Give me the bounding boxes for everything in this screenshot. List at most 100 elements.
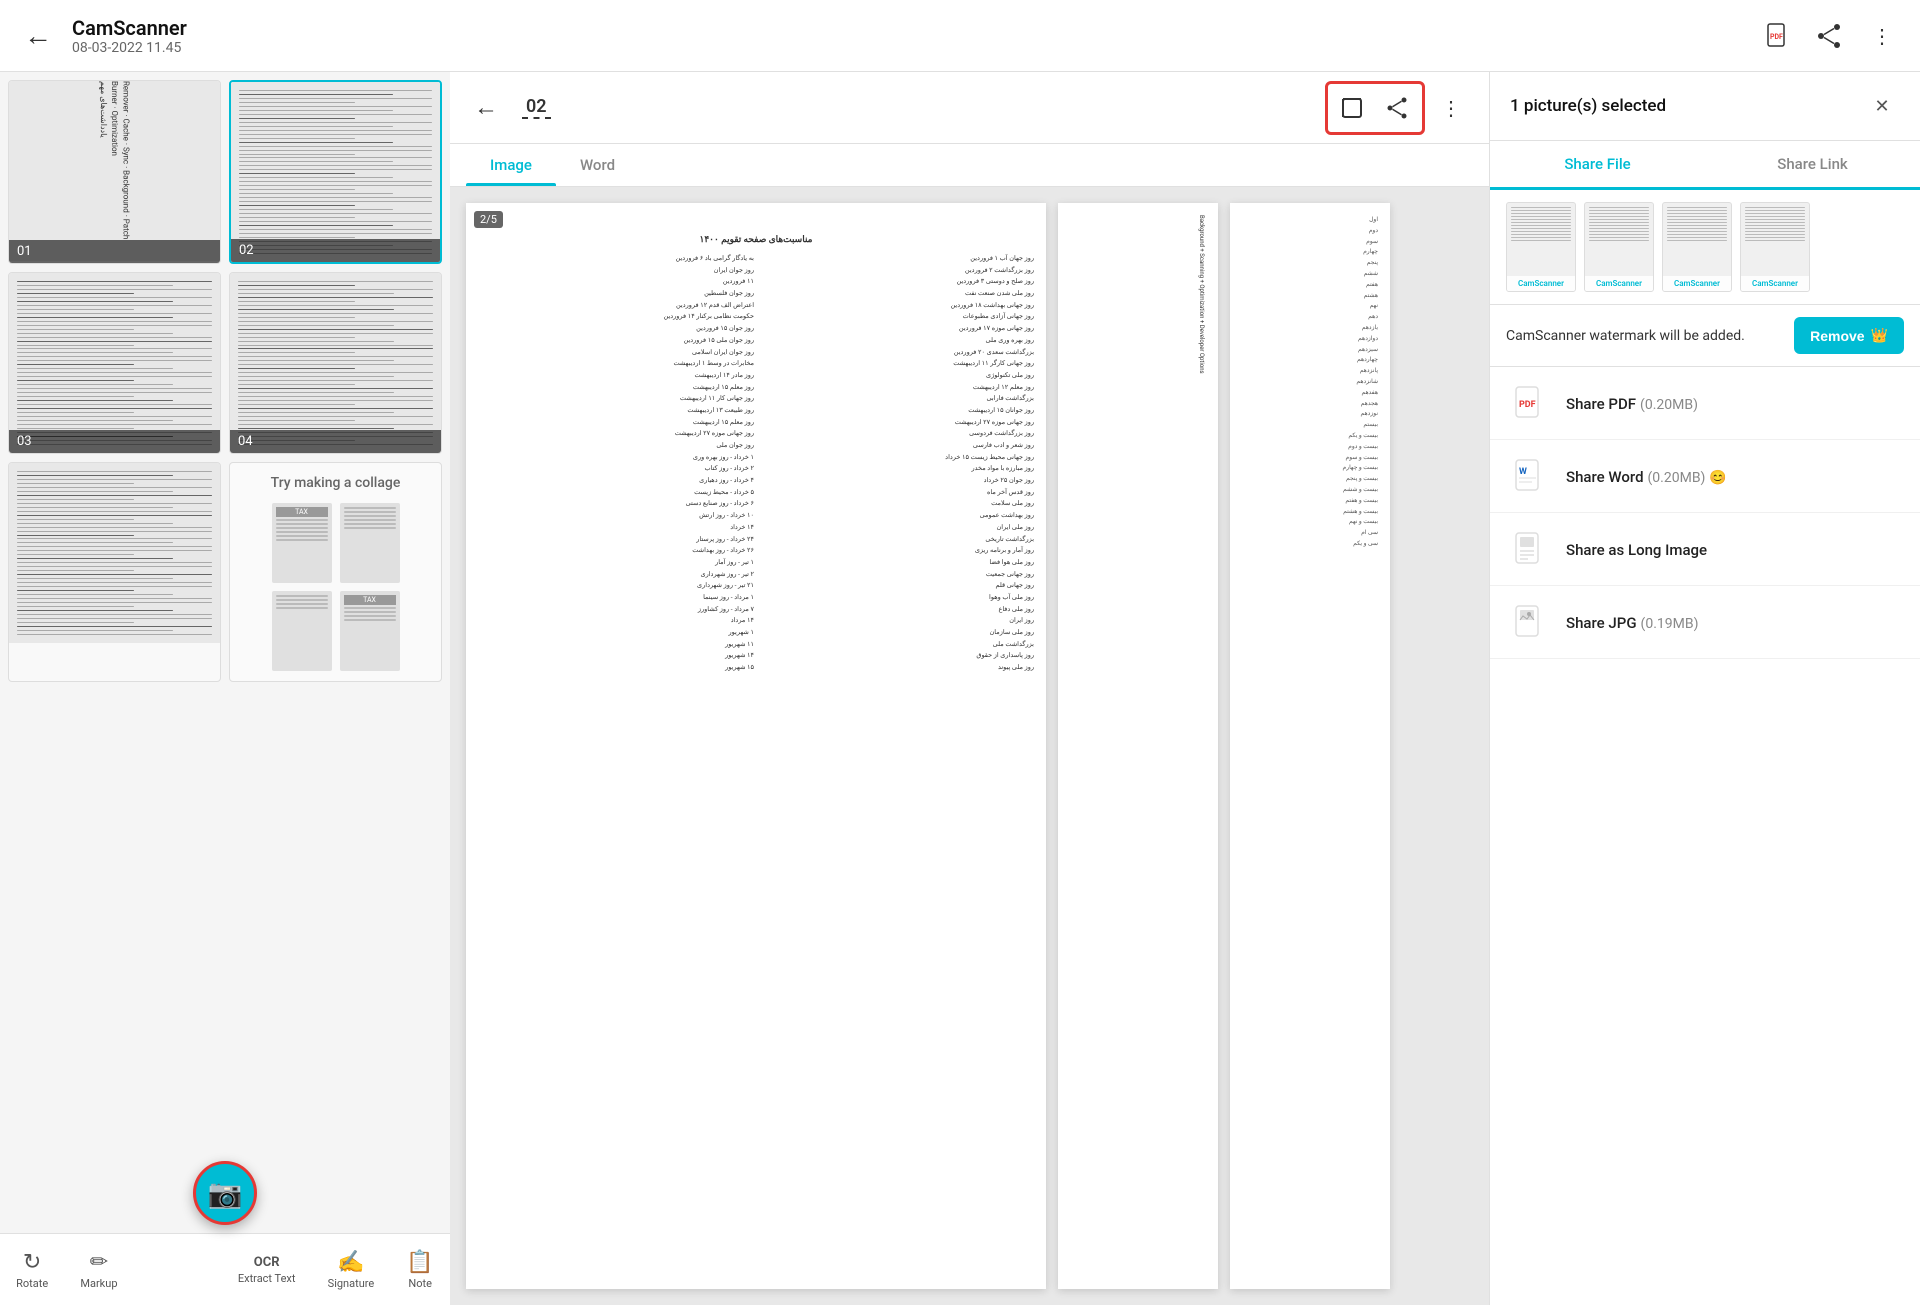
watermark-text-3: CamScanner <box>1674 279 1720 288</box>
watermark-overlay-1: CamScanner <box>1507 276 1575 291</box>
thumbnail-05[interactable] <box>8 462 221 682</box>
center-header: ← 02 ⋮ <box>450 72 1489 144</box>
collage-card-3 <box>272 591 332 671</box>
doc-title: مناسبت‌های صفحه تقویم ۱۴۰۰ <box>478 235 1034 245</box>
thumb-02-label: 02 <box>231 239 440 262</box>
thumb-03-content <box>9 273 220 453</box>
share-button[interactable] <box>1808 14 1852 58</box>
share-pdf-label: Share PDF (0.20MB) <box>1566 394 1698 413</box>
center-tabs: Image Word <box>450 144 1489 187</box>
more-options-button[interactable]: ⋮ <box>1860 14 1904 58</box>
svg-text:PDF: PDF <box>1519 400 1536 410</box>
tab-word[interactable]: Word <box>556 144 639 186</box>
app-name: CamScanner <box>72 16 1744 40</box>
tab-share-link[interactable]: Share Link <box>1705 141 1920 187</box>
center-back-button[interactable]: ← <box>466 85 506 130</box>
watermark-overlay-4: CamScanner <box>1741 276 1809 291</box>
collage-item[interactable]: Try making a collage TAX <box>229 462 442 682</box>
doc-page-secondary: Background + Scanning + Optimization + D… <box>1058 203 1218 1289</box>
doc-page-main: 2/5 مناسبت‌های صفحه تقویم ۱۴۰۰ به یادگار… <box>466 203 1046 1289</box>
rotate-icon: ↻ <box>23 1250 41 1275</box>
thumb-04-img <box>230 273 441 453</box>
center-panel: ← 02 ⋮ Image Word 2/5 <box>450 72 1490 1305</box>
markup-button[interactable]: ✏ Markup <box>72 1242 125 1298</box>
right-thumb-2[interactable]: CamScanner <box>1584 202 1654 292</box>
doc-third-content: اولدومسومچهارم پنجمششمهفتمهشتم نهمدهمیاز… <box>1242 215 1378 1277</box>
share-jpg-option[interactable]: Share JPG (0.19MB) <box>1490 586 1920 659</box>
document-content[interactable]: 2/5 مناسبت‌های صفحه تقویم ۱۴۰۰ به یادگار… <box>450 187 1489 1305</box>
thumb-05-content <box>9 463 220 643</box>
thumbnail-scroll[interactable]: Remover · Cache · Sync · Background · Pa… <box>0 72 450 1233</box>
right-header: 1 picture(s) selected ✕ <box>1490 72 1920 141</box>
selected-count: 1 picture(s) selected <box>1510 96 1852 116</box>
remove-watermark-button[interactable]: Remove 👑 <box>1794 317 1904 354</box>
collage-preview: TAX <box>272 503 400 583</box>
jpg-icon <box>1510 602 1550 642</box>
share-doc-button[interactable] <box>1376 86 1420 130</box>
doc-third-text: اولدومسومچهارم پنجمششمهفتمهشتم نهمدهمیاز… <box>1242 215 1378 550</box>
doc-col-right: به یادگار گرامی باد ۶ فروردین روز جوان ا… <box>478 253 754 1255</box>
camera-icon: 📷 <box>208 1177 243 1210</box>
right-thumbs: CamScanner CamScanner <box>1490 190 1920 305</box>
share-word-option[interactable]: W Share Word (0.20MB) 😊 <box>1490 440 1920 513</box>
svg-text:W: W <box>1519 467 1527 477</box>
share-word-size: (0.20MB) <box>1648 470 1706 486</box>
share-tabs: Share File Share Link <box>1490 141 1920 190</box>
right-thumb-1[interactable]: CamScanner <box>1506 202 1576 292</box>
right-thumb-3[interactable]: CamScanner <box>1662 202 1732 292</box>
thumb-04-label: 04 <box>230 430 441 453</box>
watermark-overlay-3: CamScanner <box>1663 276 1731 291</box>
watermark-text-2: CamScanner <box>1596 279 1642 288</box>
markup-label: Markup <box>80 1277 117 1290</box>
pdf-icon: PDF <box>1510 383 1550 423</box>
word-emoji: 😊 <box>1709 470 1726 486</box>
app-date: 08-03-2022 11.45 <box>72 40 1744 56</box>
tab-share-file[interactable]: Share File <box>1490 141 1705 187</box>
thumbnail-03[interactable]: 03 <box>8 272 221 454</box>
share-pdf-option[interactable]: PDF Share PDF (0.20MB) <box>1490 367 1920 440</box>
signature-label: Signature <box>328 1277 375 1290</box>
thumb-01-img: Remover · Cache · Sync · Background · Pa… <box>9 81 220 261</box>
signature-button[interactable]: ✍ Signature <box>320 1242 383 1298</box>
doc-columns: به یادگار گرامی باد ۶ فروردین روز جوان ا… <box>478 253 1034 1255</box>
note-button[interactable]: 📋 Note <box>398 1242 441 1298</box>
header-actions: PDF ⋮ <box>1756 14 1904 58</box>
collage-card-2 <box>340 503 400 583</box>
thumbnail-02[interactable]: 02 <box>229 80 442 264</box>
thumb-05-img <box>9 463 220 643</box>
extract-text-button[interactable]: OCR Extract Text <box>230 1247 304 1293</box>
pdf-button[interactable]: PDF <box>1756 14 1800 58</box>
svg-text:PDF: PDF <box>1770 33 1783 41</box>
close-button[interactable]: ✕ <box>1864 88 1900 124</box>
rotate-label: Rotate <box>16 1277 48 1290</box>
long-image-icon <box>1510 529 1550 569</box>
share-options: PDF Share PDF (0.20MB) W <box>1490 367 1920 659</box>
back-button[interactable]: ← <box>16 11 60 60</box>
crop-button[interactable] <box>1330 86 1374 130</box>
share-jpg-text: Share JPG <box>1566 614 1637 632</box>
thumb-01-content: Remover · Cache · Sync · Background · Pa… <box>98 81 132 261</box>
thumbnail-01[interactable]: Remover · Cache · Sync · Background · Pa… <box>8 80 221 264</box>
right-thumb-4[interactable]: CamScanner <box>1740 202 1810 292</box>
thumb-03-img <box>9 273 220 453</box>
doc-page-third: اولدومسومچهارم پنجمششمهفتمهشتم نهمدهمیاز… <box>1230 203 1390 1289</box>
page-badge: 2/5 <box>474 211 503 228</box>
center-more-button[interactable]: ⋮ <box>1429 86 1473 130</box>
rotate-button[interactable]: ↻ Rotate <box>8 1242 56 1298</box>
right-panel: 1 picture(s) selected ✕ Share File Share… <box>1490 72 1920 1305</box>
share-word-label-block: Share Word (0.20MB) 😊 <box>1566 467 1727 486</box>
doc-col-left: روز جهان آب ۱ فروردین روز بزرگداشت ۲ فرو… <box>758 253 1034 1255</box>
watermark-text-4: CamScanner <box>1752 279 1798 288</box>
main-content: Remover · Cache · Sync · Background · Pa… <box>0 72 1920 1305</box>
thumbnail-04[interactable]: 04 <box>229 272 442 454</box>
word-icon: W <box>1510 456 1550 496</box>
tab-image[interactable]: Image <box>466 144 556 186</box>
share-jpg-label-block: Share JPG (0.19MB) <box>1566 613 1698 632</box>
camera-fab[interactable]: 📷 <box>193 1161 257 1225</box>
markup-icon: ✏ <box>90 1250 108 1275</box>
share-jpg-size: (0.19MB) <box>1641 616 1699 632</box>
share-long-image-option[interactable]: Share as Long Image <box>1490 513 1920 586</box>
page-indicator: 02 <box>522 96 551 119</box>
thumbnail-grid: Remover · Cache · Sync · Background · Pa… <box>8 80 442 454</box>
doc-secondary-content: Background + Scanning + Optimization + D… <box>1070 215 1206 1277</box>
